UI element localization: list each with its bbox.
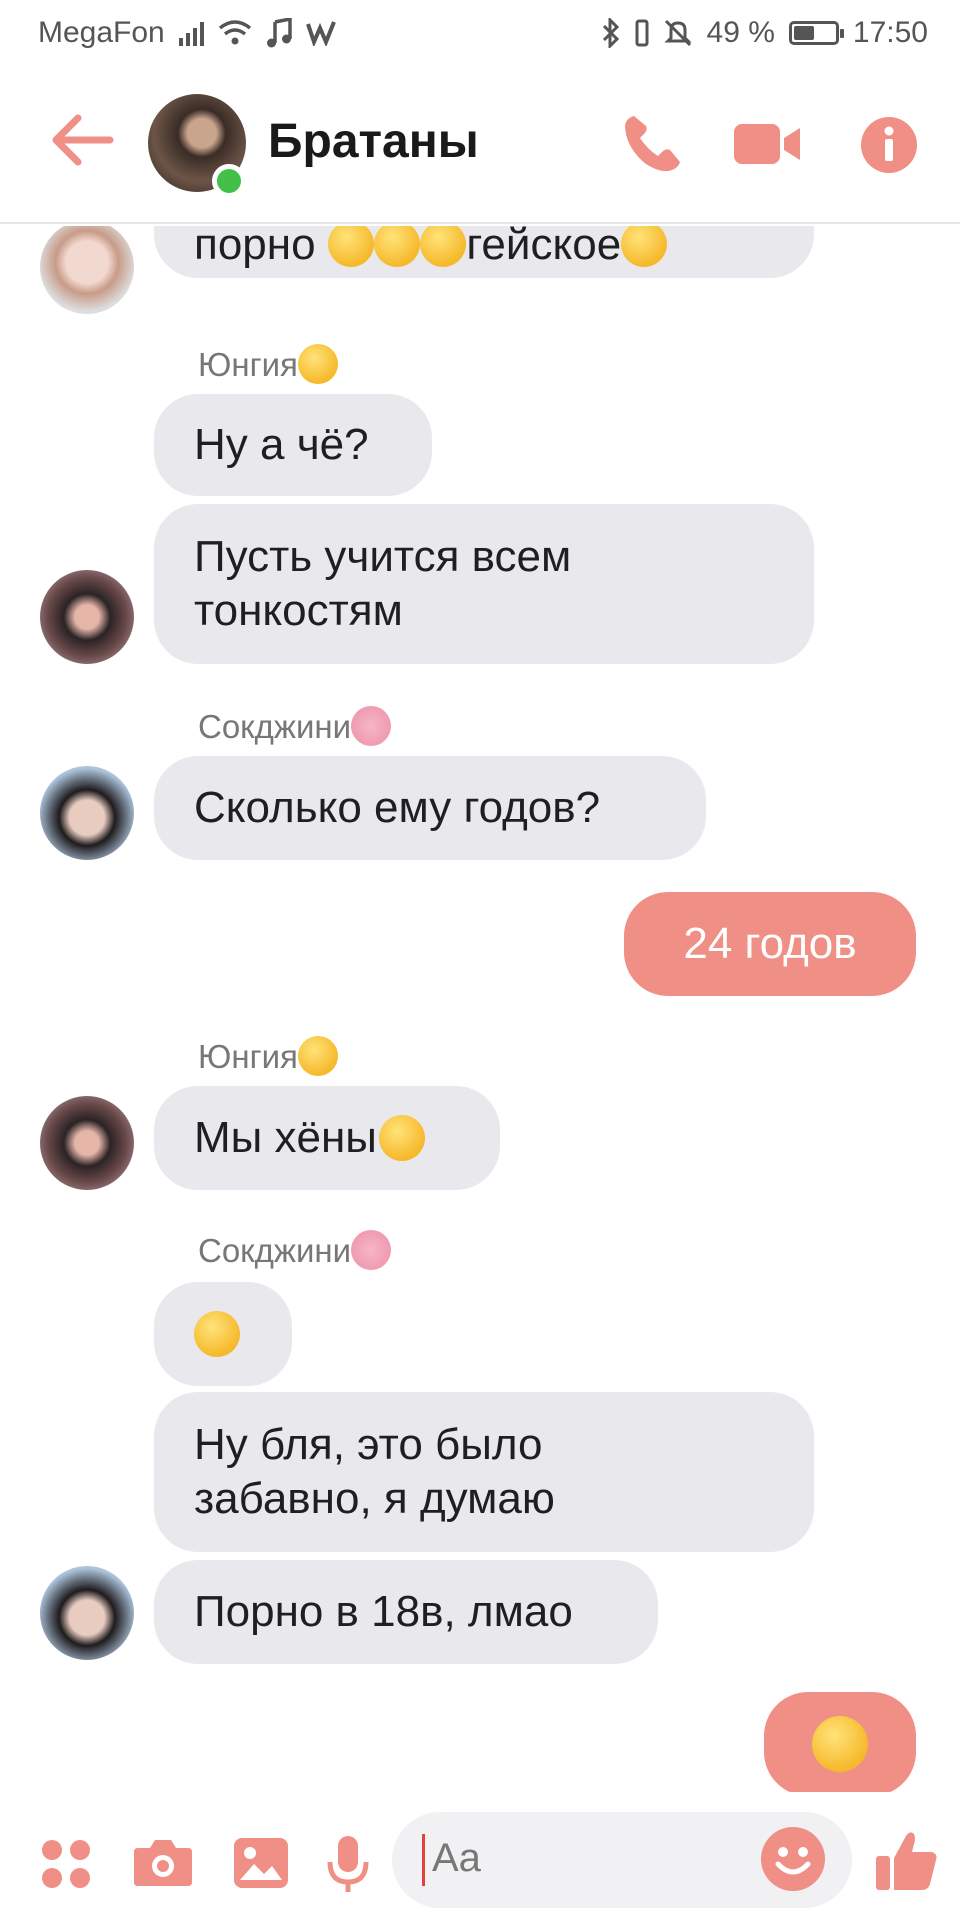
info-icon[interactable] [860,116,918,174]
message-input[interactable]: Aa [392,1812,852,1908]
status-bar: MegaFon 49 % 17:50 [0,0,960,66]
bluetooth-icon [602,18,619,48]
message-text: тонкостям [194,586,403,635]
message-input-placeholder: Aa [432,1836,481,1880]
message-bubble[interactable]: Пусть учится всем тонкостям [154,504,814,664]
chat-header: Братаны [0,66,960,224]
video-camera-icon[interactable] [732,120,802,168]
pink-bow-emoji-icon [351,1230,392,1270]
message-text: Сколько ему годов? [194,783,601,832]
message-text: Ну бля, это было [194,1420,543,1469]
sunglasses-emoji-icon [297,1036,338,1076]
phone-icon[interactable] [620,112,684,176]
vibrate-icon [635,19,649,47]
sender-name: Сокджини [198,706,392,746]
music-note-icon [266,18,292,48]
sender-avatar[interactable] [40,766,134,860]
carrier-name: MegaFon [38,16,165,49]
battery-level [793,26,814,40]
clock: 17:50 [852,16,928,49]
sender-avatar[interactable] [40,226,134,314]
text-cursor [422,1834,425,1886]
back-arrow-icon[interactable] [48,110,118,170]
message-text: Пусть учится всем [194,532,572,581]
gallery-icon[interactable] [232,1836,290,1890]
message-bubble[interactable]: порно гейское [154,226,814,278]
message-text: Ну а чё? [194,420,369,469]
message-text: Порно в 18в, лмао [194,1587,573,1636]
laughing-emoji-icon [327,226,374,267]
message-text: порно [194,226,316,269]
message-text: 24 годов [683,919,857,968]
battery-icon [788,21,844,45]
laughing-emoji-icon [621,226,668,267]
woozy-face-emoji-icon [378,1114,426,1162]
signal-icon [178,20,204,46]
message-bubble[interactable] [154,1282,292,1386]
message-bubble[interactable]: Ну а чё? [154,394,432,496]
microphone-icon[interactable] [326,1834,370,1894]
composer-bar: Aa [0,1800,960,1920]
sender-name: Юнгия [198,344,338,384]
message-text: забавно, я думаю [194,1474,555,1523]
message-text: Мы хёны [194,1113,377,1162]
wifi-icon [218,20,251,45]
woozy-face-emoji-icon [194,1310,241,1358]
laughing-emoji-icon [420,226,467,267]
thumbs-up-icon[interactable] [874,1828,940,1894]
sender-name: Юнгия [198,1036,338,1076]
laughing-emoji-icon [373,226,421,267]
sender-name: Сокджини [198,1230,392,1270]
my-message-bubble[interactable]: 24 годов [624,892,916,996]
message-list[interactable]: порно гейское Юнгия Ну а чё? Пусть учитс… [0,226,960,1792]
pink-bow-emoji-icon [351,706,392,746]
message-text: гейское [466,226,622,269]
muted-bell-icon [663,19,692,47]
sunglasses-emoji-icon [297,344,338,384]
sender-avatar[interactable] [40,1096,134,1190]
camera-icon[interactable] [132,1836,194,1888]
zany-face-emoji-icon [812,1716,868,1772]
message-bubble[interactable]: Сколько ему годов? [154,756,706,860]
message-bubble[interactable]: Ну бля, это было забавно, я думаю [154,1392,814,1552]
sender-avatar[interactable] [40,570,134,664]
chat-title[interactable]: Братаны [268,114,479,169]
apps-menu-icon[interactable] [40,1838,92,1890]
message-bubble[interactable]: Порно в 18в, лмао [154,1560,658,1664]
message-bubble[interactable]: Мы хёны [154,1086,500,1190]
app-notification-icon [305,21,336,46]
my-message-bubble[interactable] [764,1692,916,1792]
sender-avatar[interactable] [40,1566,134,1660]
emoji-picker-icon[interactable] [760,1826,826,1892]
online-indicator [212,164,246,198]
battery-percent: 49 % [706,16,775,49]
